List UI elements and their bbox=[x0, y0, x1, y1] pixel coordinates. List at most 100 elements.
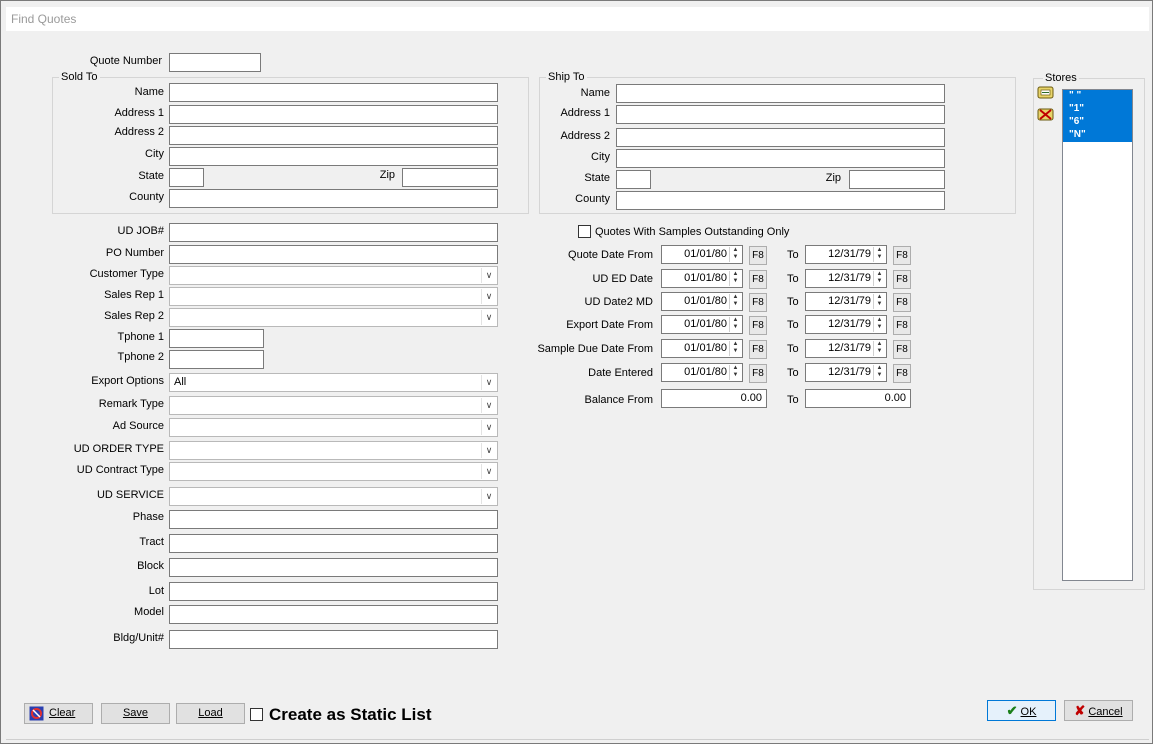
f8-from-button[interactable]: F8 bbox=[749, 270, 767, 289]
f8-to-button[interactable]: F8 bbox=[893, 246, 911, 265]
date-to-field[interactable]: 12/31/79 ▲ ▼ bbox=[805, 363, 887, 382]
f8-to-button[interactable]: F8 bbox=[893, 270, 911, 289]
customer-type-dropdown[interactable]: ∨ bbox=[169, 266, 498, 285]
store-list-item[interactable]: " " bbox=[1063, 90, 1132, 103]
store-list-item[interactable]: "1" bbox=[1063, 103, 1132, 116]
tract-field[interactable] bbox=[169, 534, 498, 553]
ud-service-dropdown[interactable]: ∨ bbox=[169, 487, 498, 506]
chevron-down-icon[interactable]: ∨ bbox=[481, 310, 496, 325]
f8-to-button[interactable]: F8 bbox=[893, 293, 911, 312]
spinner-icon[interactable]: ▲ ▼ bbox=[873, 365, 885, 380]
chevron-down-icon[interactable]: ∨ bbox=[481, 420, 496, 435]
ship-to-county-field[interactable] bbox=[616, 191, 945, 210]
sold-to-city-field[interactable] bbox=[169, 147, 498, 166]
f8-to-button[interactable]: F8 bbox=[893, 316, 911, 335]
block-field[interactable] bbox=[169, 558, 498, 577]
phase-field[interactable] bbox=[169, 510, 498, 529]
spinner-icon[interactable]: ▲ ▼ bbox=[729, 365, 741, 380]
bldg-unit-field[interactable] bbox=[169, 630, 498, 649]
quote-number-field[interactable] bbox=[169, 53, 261, 72]
chevron-down-icon[interactable]: ∨ bbox=[481, 289, 496, 304]
date-to-field[interactable]: 12/31/79 ▲ ▼ bbox=[805, 339, 887, 358]
cancel-button[interactable]: ✘ Cancel bbox=[1064, 700, 1133, 721]
sold-to-county-field[interactable] bbox=[169, 189, 498, 208]
chevron-down-icon[interactable]: ∨ bbox=[481, 375, 496, 390]
spinner-icon[interactable]: ▲ ▼ bbox=[729, 341, 741, 356]
sold-to-state-field[interactable] bbox=[169, 168, 204, 187]
spinner-icon[interactable]: ▲ ▼ bbox=[873, 247, 885, 262]
f8-from-button[interactable]: F8 bbox=[749, 364, 767, 383]
tphone2-field[interactable] bbox=[169, 350, 264, 369]
date-to-field[interactable]: 12/31/79 ▲ ▼ bbox=[805, 269, 887, 288]
f8-to-button[interactable]: F8 bbox=[893, 364, 911, 383]
tphone1-field[interactable] bbox=[169, 329, 264, 348]
date-from-field[interactable]: 01/01/80 ▲ ▼ bbox=[661, 269, 743, 288]
load-button[interactable]: Load bbox=[176, 703, 245, 724]
export-options-dropdown[interactable]: All ∨ bbox=[169, 373, 498, 392]
balance-to-field[interactable]: 0.00 bbox=[805, 389, 911, 408]
ud-order-type-dropdown[interactable]: ∨ bbox=[169, 441, 498, 460]
spinner-icon[interactable]: ▲ ▼ bbox=[729, 317, 741, 332]
store-list-item[interactable]: "N" bbox=[1063, 129, 1132, 142]
customer-type-label: Customer Type bbox=[89, 268, 164, 280]
date-from-value: 01/01/80 bbox=[684, 295, 727, 307]
ship-to-city-field[interactable] bbox=[616, 149, 945, 168]
spinner-icon[interactable]: ▲ ▼ bbox=[873, 271, 885, 286]
ship-to-address1-field[interactable] bbox=[616, 105, 945, 124]
sold-to-address2-field[interactable] bbox=[169, 126, 498, 145]
spinner-icon[interactable]: ▲ ▼ bbox=[873, 294, 885, 309]
f8-to-button[interactable]: F8 bbox=[893, 340, 911, 359]
balance-to-label: To bbox=[787, 394, 799, 406]
po-number-field[interactable] bbox=[169, 245, 498, 264]
date-to-field[interactable]: 12/31/79 ▲ ▼ bbox=[805, 245, 887, 264]
ud-contract-type-dropdown[interactable]: ∨ bbox=[169, 462, 498, 481]
chevron-down-icon[interactable]: ∨ bbox=[481, 443, 496, 458]
balance-from-field[interactable]: 0.00 bbox=[661, 389, 767, 408]
date-to-field[interactable]: 12/31/79 ▲ ▼ bbox=[805, 292, 887, 311]
chevron-down-icon[interactable]: ∨ bbox=[481, 268, 496, 283]
ship-to-zip-field[interactable] bbox=[849, 170, 945, 189]
chevron-down-icon[interactable]: ∨ bbox=[481, 489, 496, 504]
ud-job-field[interactable] bbox=[169, 223, 498, 242]
date-from-field[interactable]: 01/01/80 ▲ ▼ bbox=[661, 292, 743, 311]
remark-type-dropdown[interactable]: ∨ bbox=[169, 396, 498, 415]
deselect-all-icon[interactable] bbox=[1037, 107, 1055, 123]
sales-rep2-dropdown[interactable]: ∨ bbox=[169, 308, 498, 327]
sold-to-zip-field[interactable] bbox=[402, 168, 498, 187]
select-all-icon[interactable] bbox=[1037, 85, 1055, 101]
spinner-icon[interactable]: ▲ ▼ bbox=[873, 341, 885, 356]
f8-from-button[interactable]: F8 bbox=[749, 340, 767, 359]
ad-source-label: Ad Source bbox=[112, 420, 164, 432]
f8-from-button[interactable]: F8 bbox=[749, 293, 767, 312]
sold-to-name-field[interactable] bbox=[169, 83, 498, 102]
save-button[interactable]: Save bbox=[101, 703, 170, 724]
static-list-checkbox[interactable] bbox=[250, 708, 263, 721]
ad-source-dropdown[interactable]: ∨ bbox=[169, 418, 498, 437]
sales-rep1-dropdown[interactable]: ∨ bbox=[169, 287, 498, 306]
clear-button[interactable]: Clear bbox=[24, 703, 93, 724]
lot-field[interactable] bbox=[169, 582, 498, 601]
date-from-field[interactable]: 01/01/80 ▲ ▼ bbox=[661, 245, 743, 264]
ok-button[interactable]: ✔ OK bbox=[987, 700, 1056, 721]
f8-from-button[interactable]: F8 bbox=[749, 246, 767, 265]
ship-to-state-field[interactable] bbox=[616, 170, 651, 189]
date-from-field[interactable]: 01/01/80 ▲ ▼ bbox=[661, 315, 743, 334]
spinner-icon[interactable]: ▲ ▼ bbox=[729, 294, 741, 309]
ship-to-address2-field[interactable] bbox=[616, 128, 945, 147]
stores-listbox[interactable]: " " "1" "6" "N" bbox=[1062, 89, 1133, 581]
date-to-field[interactable]: 12/31/79 ▲ ▼ bbox=[805, 315, 887, 334]
phase-label: Phase bbox=[132, 511, 164, 523]
store-list-item[interactable]: "6" bbox=[1063, 116, 1132, 129]
chevron-down-icon[interactable]: ∨ bbox=[481, 464, 496, 479]
ship-to-name-field[interactable] bbox=[616, 84, 945, 103]
spinner-icon[interactable]: ▲ ▼ bbox=[873, 317, 885, 332]
chevron-down-icon[interactable]: ∨ bbox=[481, 398, 496, 413]
samples-only-checkbox[interactable] bbox=[578, 225, 591, 238]
date-from-field[interactable]: 01/01/80 ▲ ▼ bbox=[661, 339, 743, 358]
model-field[interactable] bbox=[169, 605, 498, 624]
date-from-field[interactable]: 01/01/80 ▲ ▼ bbox=[661, 363, 743, 382]
f8-from-button[interactable]: F8 bbox=[749, 316, 767, 335]
spinner-icon[interactable]: ▲ ▼ bbox=[729, 271, 741, 286]
spinner-icon[interactable]: ▲ ▼ bbox=[729, 247, 741, 262]
sold-to-address1-field[interactable] bbox=[169, 105, 498, 124]
